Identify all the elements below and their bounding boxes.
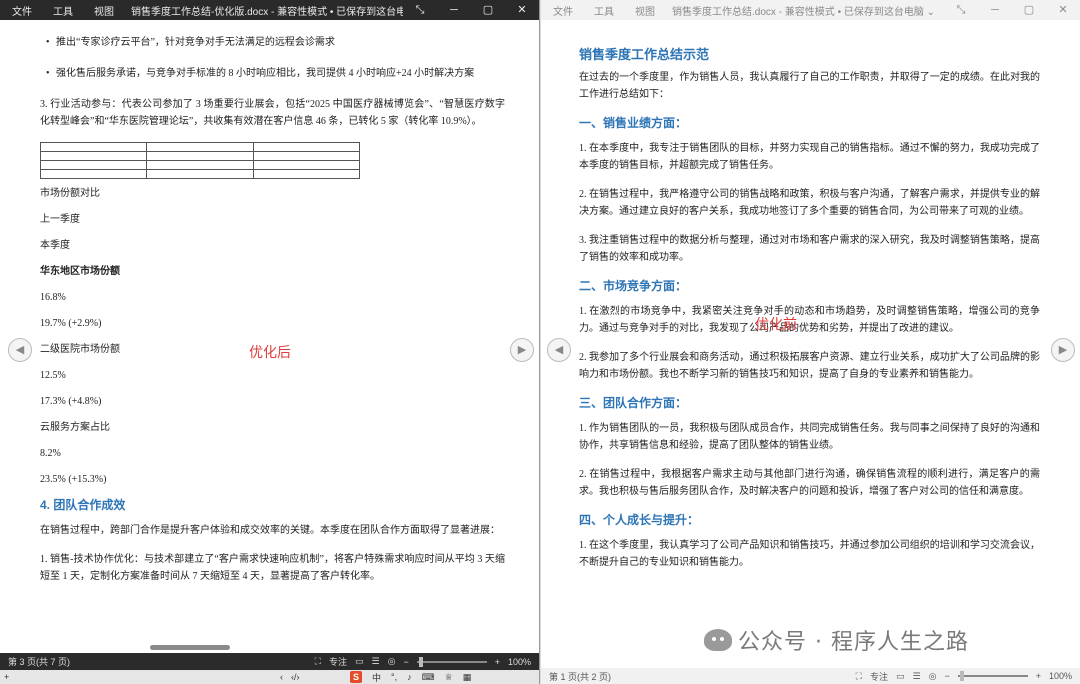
prev-quarter-label: 上一季度: [40, 214, 80, 225]
minimize-icon[interactable]: ─: [437, 0, 471, 20]
menu-file[interactable]: 文件: [0, 3, 41, 18]
zoom-out-icon[interactable]: −: [944, 671, 949, 681]
focus-icon[interactable]: ⛶: [315, 656, 321, 667]
zoom-slider[interactable]: [957, 671, 1028, 681]
maximize-icon[interactable]: ▢: [1012, 0, 1046, 20]
read-mode-icon[interactable]: ▭: [896, 671, 905, 682]
sogou-ime-icon[interactable]: S: [350, 671, 362, 683]
maximize-icon[interactable]: ▢: [471, 0, 505, 20]
paragraph-industry-events: 3. 行业活动参与：代表公司参加了 3 场重要行业展会，包括“2025 中国医疗…: [40, 99, 505, 127]
document-title[interactable]: 销售季度工作总结.docx - 兼容性模式 • 已保存到这台电脑 ⌄: [672, 3, 944, 18]
page-indicator[interactable]: 第 1 页(共 2 页): [549, 670, 611, 683]
microphone-icon[interactable]: ♪: [407, 672, 412, 682]
menu-view[interactable]: 视图: [82, 3, 123, 18]
watermark: 公众号 · 程序人生之路: [704, 624, 969, 656]
right-titlebar: 文件 工具 视图 销售季度工作总结.docx - 兼容性模式 • 已保存到这台电…: [541, 0, 1080, 20]
left-document-page[interactable]: • 推出“专家诊疗云平台”，针对竞争对手无法满足的远程会诊需求 • 强化售后服务承诺…: [0, 20, 539, 653]
skin-icon[interactable]: ♕: [445, 672, 453, 683]
row-label: 华东地区市场份额: [40, 266, 120, 277]
menu-file[interactable]: 文件: [541, 3, 582, 18]
right-document-window: 文件 工具 视图 销售季度工作总结.docx - 兼容性模式 • 已保存到这台电…: [541, 0, 1080, 684]
prev-page-button[interactable]: ◀: [8, 338, 32, 362]
toolbox-icon[interactable]: ▦: [463, 672, 472, 683]
row-value: 17.3% (+4.8%): [40, 396, 102, 407]
paragraph: 2. 我参加了多个行业展会和商务活动，通过积极拓展客户资源、建立行业关系，成功扩…: [579, 352, 1040, 380]
right-statusbar: 第 1 页(共 2 页) ⛶ 专注 ▭ ☰ ◎ − + 100%: [541, 668, 1080, 684]
this-quarter-label: 本季度: [40, 240, 70, 251]
heading-sales-performance: 一、销售业绩方面：: [579, 116, 688, 130]
heading-personal-growth: 四、个人成长与提升：: [579, 513, 700, 527]
paragraph-team-intro: 在销售过程中，跨部门合作是提升客户体验和成交效率的关键。本季度在团队合作方面取得…: [40, 525, 500, 536]
row-value: 12.5%: [40, 370, 66, 381]
horizontal-scrollbar[interactable]: [150, 645, 230, 650]
menu-view[interactable]: 视图: [623, 3, 664, 18]
page-indicator[interactable]: 第 3 页(共 7 页): [8, 655, 70, 668]
original-label: 优化前: [755, 317, 797, 333]
optimized-label: 优化后: [249, 345, 291, 361]
prev-page-button[interactable]: ◀: [547, 338, 571, 362]
plus-icon[interactable]: +: [4, 672, 9, 682]
row-value: 16.8%: [40, 292, 66, 303]
zoom-out-icon[interactable]: −: [403, 657, 408, 667]
left-statusbar: 第 3 页(共 7 页) ⛶ 专注 ▭ ☰ ◎ − + 100%: [0, 653, 539, 670]
watermark-text: 公众号 · 程序人生之路: [738, 630, 969, 655]
menu-tools[interactable]: 工具: [41, 3, 82, 18]
focus-mode-icon[interactable]: ⤡: [944, 0, 978, 20]
web-view-icon[interactable]: ◎: [929, 671, 937, 682]
row-value: 8.2%: [40, 448, 61, 459]
punctuation-icon[interactable]: °,: [391, 672, 397, 682]
document-heading: 销售季度工作总结示范: [579, 47, 710, 62]
wechat-logo-icon: [704, 629, 732, 651]
heading-market-competition: 二、市场竞争方面：: [579, 279, 688, 293]
bullet-item: • 推出“专家诊疗云平台”，针对竞争对手无法满足的远程会诊需求: [46, 37, 335, 48]
right-document-page[interactable]: 销售季度工作总结示范 在过去的一个季度里，作为销售人员，我认真履行了自己的工作职…: [541, 20, 1080, 668]
paragraph-sales-tech: 1. 销售-技术协作优化：与技术部建立了“客户需求快速响应机制”，将客户特殊需求…: [40, 554, 505, 582]
page-view-icon[interactable]: ☰: [913, 671, 921, 682]
paragraph: 2. 在销售过程中，我严格遵守公司的销售战略和政策，积极与客户沟通，了解客户需求…: [579, 189, 1040, 217]
document-title[interactable]: 销售季度工作总结-优化版.docx - 兼容性模式 • 已保存到这台电脑 ⌄: [131, 3, 403, 18]
market-share-title: 市场份额对比: [40, 188, 100, 199]
close-icon[interactable]: ✕: [1046, 0, 1080, 20]
paragraph: 2. 在销售过程中，我根据客户需求主动与其他部门进行沟通，确保销售流程的顺利进行…: [579, 469, 1040, 497]
menu-tools[interactable]: 工具: [582, 3, 623, 18]
code-icon[interactable]: ‹/›: [291, 672, 300, 682]
heading-team-cooperation: 三、团队合作方面：: [579, 396, 688, 410]
next-page-button[interactable]: ▶: [1051, 338, 1075, 362]
next-page-button[interactable]: ▶: [510, 338, 534, 362]
close-icon[interactable]: ✕: [505, 0, 539, 20]
zoom-in-icon[interactable]: +: [1036, 671, 1041, 681]
paragraph-intro: 在过去的一个季度里，作为销售人员，我认真履行了自己的工作职责，并取得了一定的成绩…: [579, 72, 1040, 100]
paragraph: 1. 在这个季度里，我认真学习了公司产品知识和销售技巧，并通过参加公司组织的培训…: [579, 540, 1040, 568]
read-mode-icon[interactable]: ▭: [355, 656, 364, 667]
zoom-slider[interactable]: [416, 656, 487, 667]
heading-team-cooperation: 4. 团队合作成效: [40, 498, 126, 512]
ime-language[interactable]: 中: [372, 671, 381, 684]
focus-icon[interactable]: ⛶: [856, 671, 862, 682]
taskbar: + ‹ ‹/› S 中 °, ♪ ⌨ ♕ ▦: [0, 670, 539, 684]
focus-mode-icon[interactable]: ⤡: [403, 0, 437, 20]
bullet-item: • 强化售后服务承诺，与竞争对手标准的 8 小时响应相比，我司提供 4 小时响应+…: [46, 68, 475, 79]
page-view-icon[interactable]: ☰: [372, 656, 380, 667]
row-label: 云服务方案占比: [40, 422, 110, 433]
left-document-window: 文件 工具 视图 销售季度工作总结-优化版.docx - 兼容性模式 • 已保存…: [0, 0, 540, 684]
empty-table[interactable]: [39, 142, 361, 179]
minimize-icon[interactable]: ─: [978, 0, 1012, 20]
paragraph: 1. 作为销售团队的一员，我积极与团队成员合作，共同完成销售任务。我与同事之间保…: [579, 423, 1040, 451]
row-value: 23.5% (+15.3%): [40, 474, 107, 485]
focus-label[interactable]: 专注: [329, 655, 347, 668]
paragraph: 1. 在本季度中，我专注于销售团队的目标，并努力实现自己的销售指标。通过不懈的努…: [579, 143, 1040, 171]
keyboard-icon[interactable]: ⌨: [422, 672, 435, 683]
row-value: 19.7% (+2.9%): [40, 318, 102, 329]
paragraph: 1. 在激烈的市场竞争中，我紧密关注竞争对手的动态和市场趋势，及时调整销售策略，…: [579, 306, 1040, 334]
web-view-icon[interactable]: ◎: [388, 656, 396, 667]
zoom-level[interactable]: 100%: [1049, 671, 1072, 681]
zoom-in-icon[interactable]: +: [495, 657, 500, 667]
left-titlebar: 文件 工具 视图 销售季度工作总结-优化版.docx - 兼容性模式 • 已保存…: [0, 0, 539, 20]
focus-label[interactable]: 专注: [870, 670, 888, 683]
paragraph: 3. 我注重销售过程中的数据分析与整理，通过对市场和客户需求的深入研究，我及时调…: [579, 235, 1040, 263]
zoom-level[interactable]: 100%: [508, 657, 531, 667]
chevron-left-icon[interactable]: ‹: [280, 672, 283, 682]
